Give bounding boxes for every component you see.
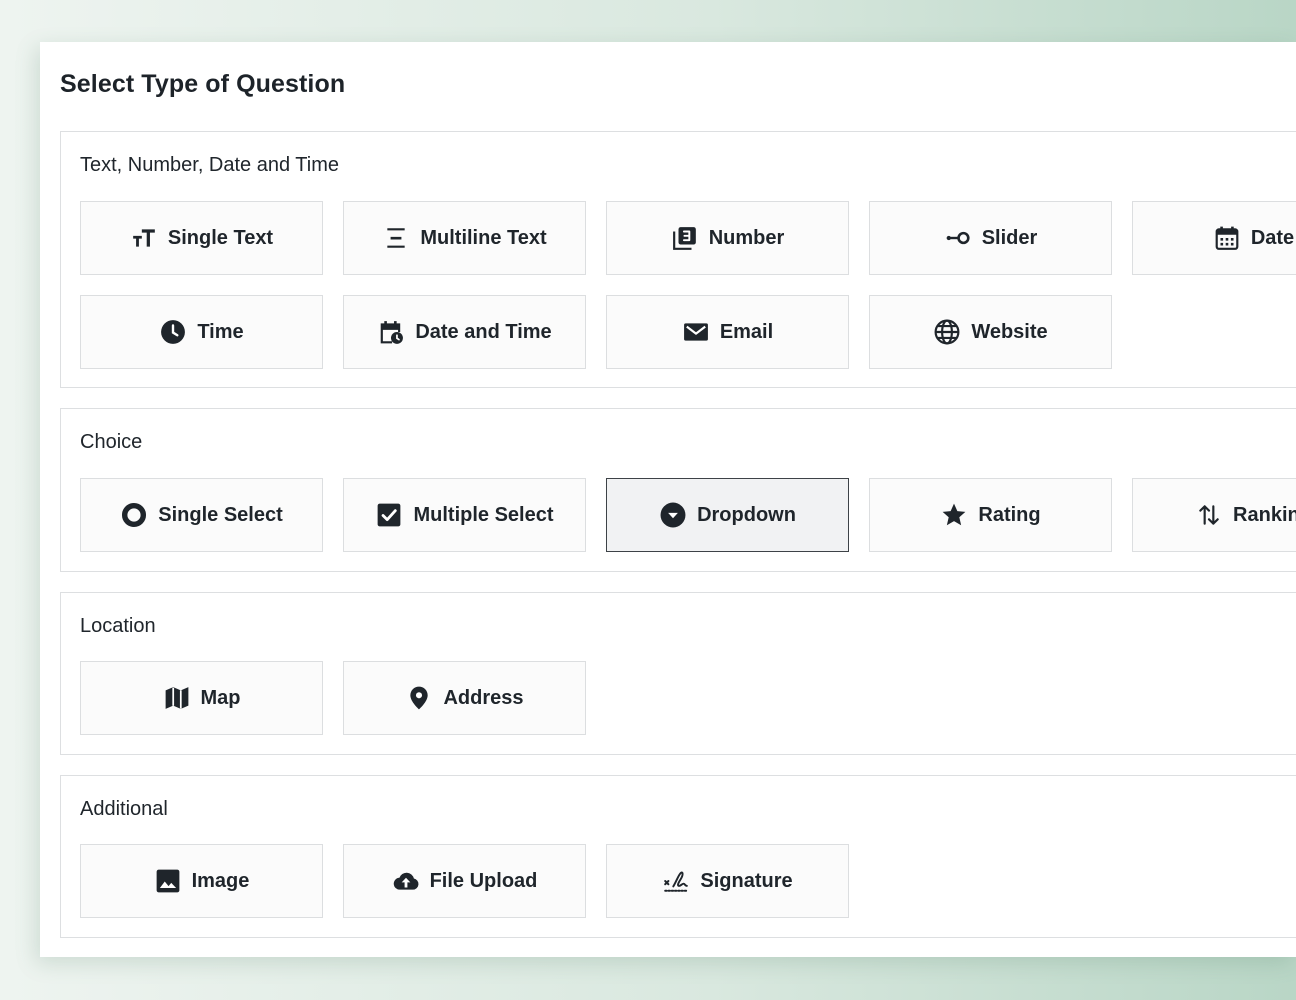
text-size-icon (130, 224, 158, 252)
tile-dropdown[interactable]: Dropdown (606, 478, 849, 552)
dropdown-icon (659, 501, 687, 529)
section-location: Location Map Address (60, 592, 1296, 755)
tile-map[interactable]: Map (80, 661, 323, 735)
tile-rating[interactable]: Rating (869, 478, 1112, 552)
tile-single-text[interactable]: Single Text (80, 201, 323, 275)
tile-label: Multiple Select (413, 503, 554, 526)
tile-label: Time (197, 320, 244, 343)
tile-label: Signature (700, 869, 793, 892)
question-type-dialog: Select Type of Question Text, Number, Da… (40, 42, 1296, 957)
image-icon (154, 867, 182, 895)
checkbox-icon (375, 501, 403, 529)
tile-label: Image (191, 869, 250, 892)
multiline-text-icon (382, 224, 410, 252)
tile-label: Rating (978, 503, 1041, 526)
tile-label: Slider (981, 226, 1038, 249)
clock-icon (159, 318, 187, 346)
tile-label: Date and Time (415, 320, 552, 343)
calendar-clock-icon (377, 318, 405, 346)
section-text-number-date-time: Text, Number, Date and Time Single Text … (60, 131, 1296, 388)
tile-label: Single Select (158, 503, 283, 526)
section-choice: Choice Single Select Multiple Select Dro… (60, 408, 1296, 572)
envelope-icon (682, 318, 710, 346)
tile-label: Number (708, 226, 785, 249)
number-icon (671, 224, 699, 252)
star-icon (940, 501, 968, 529)
signature-icon (662, 867, 690, 895)
section-additional: Additional Image File Upload Signature (60, 775, 1296, 938)
calendar-icon (1213, 224, 1241, 252)
tile-label: Multiline Text (420, 226, 547, 249)
tile-date[interactable]: Date (1132, 201, 1296, 275)
tile-label: Map (200, 686, 241, 709)
globe-icon (933, 318, 961, 346)
ranking-arrows-icon (1195, 501, 1223, 529)
tile-email[interactable]: Email (606, 295, 849, 369)
tile-date-and-time[interactable]: Date and Time (343, 295, 586, 369)
tile-label: Date (1250, 226, 1295, 249)
tile-single-select[interactable]: Single Select (80, 478, 323, 552)
map-icon (163, 684, 191, 712)
slider-icon (944, 224, 972, 252)
tile-time[interactable]: Time (80, 295, 323, 369)
tile-label: Email (719, 320, 774, 343)
section-title: Location (80, 615, 156, 637)
tile-ranking[interactable]: Ranking (1132, 478, 1296, 552)
tile-label: Ranking (1233, 503, 1296, 526)
tile-signature[interactable]: Signature (606, 844, 849, 918)
tile-slider[interactable]: Slider (869, 201, 1112, 275)
section-title: Text, Number, Date and Time (80, 154, 340, 176)
cloud-upload-icon (392, 867, 420, 895)
tile-file-upload[interactable]: File Upload (343, 844, 586, 918)
tile-label: Address (443, 686, 524, 709)
tile-label: Website (971, 320, 1048, 343)
dialog-title: Select Type of Question (60, 70, 346, 98)
tile-label: Single Text (167, 226, 274, 249)
tile-address[interactable]: Address (343, 661, 586, 735)
tile-label: File Upload (429, 869, 538, 892)
location-pin-icon (405, 684, 433, 712)
tile-website[interactable]: Website (869, 295, 1112, 369)
tile-multiline-text[interactable]: Multiline Text (343, 201, 586, 275)
tile-multiple-select[interactable]: Multiple Select (343, 478, 586, 552)
radio-icon (120, 501, 148, 529)
section-title: Choice (80, 431, 143, 453)
tile-image[interactable]: Image (80, 844, 323, 918)
tile-number[interactable]: Number (606, 201, 849, 275)
tile-label: Dropdown (697, 503, 796, 526)
section-title: Additional (80, 798, 168, 820)
